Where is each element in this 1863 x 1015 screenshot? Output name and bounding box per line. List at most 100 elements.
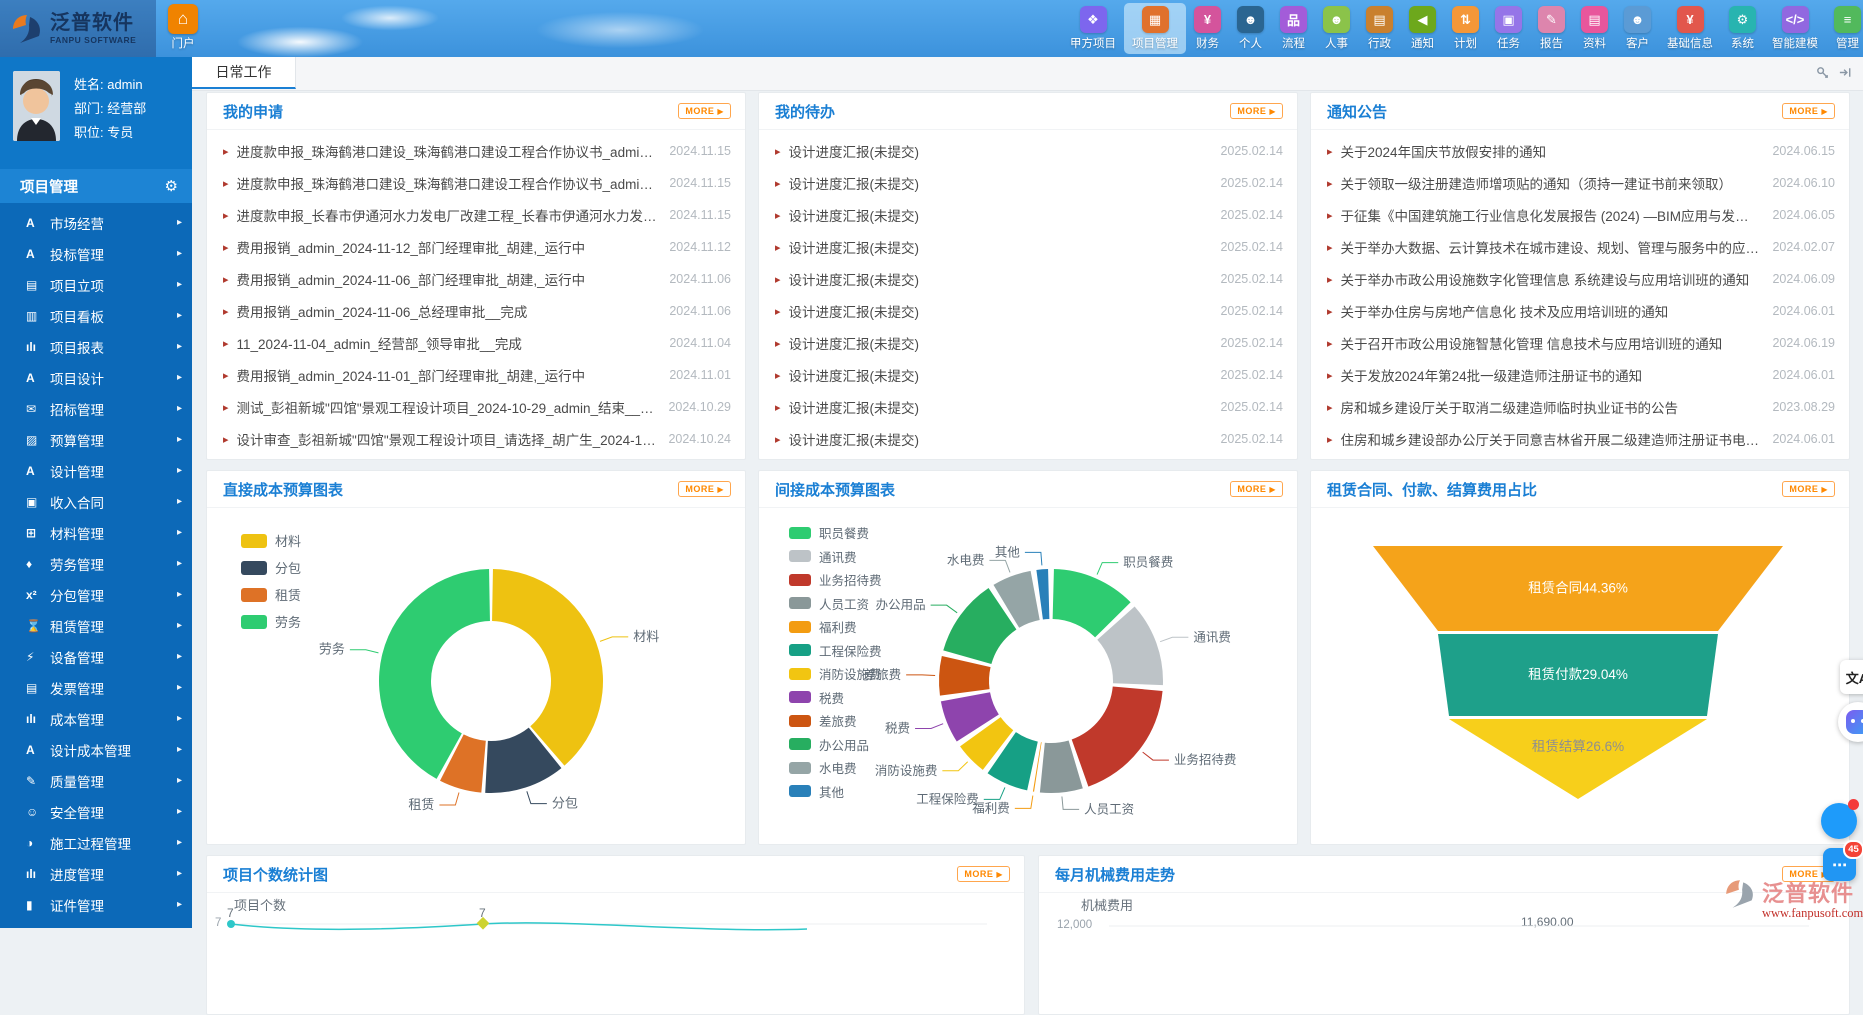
topnav-item[interactable]: ▣任务 — [1487, 3, 1530, 54]
sidebar-item[interactable]: ◑施工过程管理▸ — [0, 827, 192, 858]
legend-item[interactable]: 通讯费 — [789, 545, 882, 569]
sidebar-item[interactable]: ☺安全管理▸ — [0, 796, 192, 827]
topnav-item[interactable]: ❖甲方项目 — [1062, 3, 1124, 54]
legend-item[interactable]: 工程保险费 — [789, 639, 882, 663]
topnav-item[interactable]: ▤资料 — [1573, 3, 1616, 54]
list-item[interactable]: ▸设计进度汇报(未提交)2025.02.14 — [759, 359, 1297, 391]
sidebar-item[interactable]: ılı项目报表▸ — [0, 331, 192, 362]
floating-blue-button[interactable] — [1821, 803, 1857, 839]
sidebar-item[interactable]: ♦劳务管理▸ — [0, 548, 192, 579]
list-item[interactable]: ▸设计进度汇报(未提交)2025.02.14 — [759, 263, 1297, 295]
legend-item[interactable]: 水电费 — [789, 756, 882, 780]
list-item[interactable]: ▸关于举办住房与房地产信息化 技术及应用培训班的通知2024.06.01 — [1311, 295, 1849, 327]
list-item[interactable]: ▸于征集《中国建筑施工行业信息化发展报告 (2024) —BIM应用与发展》材料… — [1311, 199, 1849, 231]
list-item[interactable]: ▸设计进度汇报(未提交)2025.02.14 — [759, 391, 1297, 423]
list-item[interactable]: ▸11_2024-11-04_admin_经营部_领导审批__完成2024.11… — [207, 327, 745, 359]
list-item[interactable]: ▸费用报销_admin_2024-11-01_部门经理审批_胡建,_运行中202… — [207, 359, 745, 391]
sidebar-item[interactable]: ✉招标管理▸ — [0, 393, 192, 424]
list-item[interactable]: ▸设计进度汇报(未提交)2025.02.14 — [759, 327, 1297, 359]
sidebar-item[interactable]: ▨预算管理▸ — [0, 424, 192, 455]
topnav-item[interactable]: ≡管理 — [1826, 3, 1863, 54]
topnav-item[interactable]: </>智能建模 — [1764, 3, 1826, 54]
more-button[interactable]: MORE▶ — [678, 103, 731, 119]
legend-item[interactable]: 劳务 — [241, 608, 301, 635]
sidebar-item[interactable]: x²分包管理▸ — [0, 579, 192, 610]
sidebar-item[interactable]: ılı进度管理▸ — [0, 858, 192, 889]
list-item[interactable]: ▸进度款申报_长春市伊通河水力发电厂改建工程_长春市伊通河水力发电...2024… — [207, 199, 745, 231]
list-item[interactable]: ▸关于举办大数据、云计算技术在城市建设、规划、管理与服务中的应用培训班...20… — [1311, 231, 1849, 263]
legend-item[interactable]: 办公用品 — [789, 733, 882, 757]
topnav-item[interactable]: ☻人事 — [1315, 3, 1358, 54]
gear-icon[interactable]: ⚙ — [165, 177, 178, 195]
list-item[interactable]: ▸费用报销_admin_2024-11-06_总经理审批__完成2024.11.… — [207, 295, 745, 327]
legend-item[interactable]: 业务招待费 — [789, 568, 882, 592]
sidebar-item[interactable]: ⌛租赁管理▸ — [0, 610, 192, 641]
sidebar-item[interactable]: ✎质量管理▸ — [0, 765, 192, 796]
topnav-item[interactable]: ⇅计划 — [1444, 3, 1487, 54]
list-item[interactable]: ▸关于发放2024年第24批一级建造师注册证书的通知2024.06.01 — [1311, 359, 1849, 391]
sidebar-item[interactable]: ⚡设备管理▸ — [0, 641, 192, 672]
more-button[interactable]: MORE▶ — [1230, 481, 1283, 497]
sidebar-item[interactable]: ▤项目立项▸ — [0, 269, 192, 300]
list-item[interactable]: ▸进度款申报_珠海鹤港口建设_珠海鹤港口建设工程合作协议书_admin_...2… — [207, 135, 745, 167]
sidebar-item[interactable]: ▥项目看板▸ — [0, 300, 192, 331]
sidebar-item[interactable]: ▮证件管理▸ — [0, 889, 192, 920]
topnav-item[interactable]: ◀通知 — [1401, 3, 1444, 54]
list-item[interactable]: ▸关于2024年国庆节放假安排的通知2024.06.15 — [1311, 135, 1849, 167]
list-item[interactable]: ▸设计进度汇报(未提交)2025.02.14 — [759, 167, 1297, 199]
list-item[interactable]: ▸设计进度汇报(未提交)2025.02.14 — [759, 295, 1297, 327]
legend-item[interactable]: 职员餐费 — [789, 521, 882, 545]
list-item[interactable]: ▸费用报销_admin_2024-11-12_部门经理审批_胡建,_运行中202… — [207, 231, 745, 263]
list-item[interactable]: ▸设计进度汇报(未提交)2025.02.14 — [759, 423, 1297, 455]
sidebar-item[interactable]: A市场经营▸ — [0, 207, 192, 238]
legend-item[interactable]: 人员工资 — [789, 592, 882, 616]
legend-item[interactable]: 租赁 — [241, 581, 301, 608]
sidebar-item[interactable]: ⊞材料管理▸ — [0, 517, 192, 548]
list-item[interactable]: ▸房和城乡建设厅关于取消二级建造师临时执业证书的公告2023.08.29 — [1311, 391, 1849, 423]
legend-item[interactable]: 税费 — [789, 686, 882, 710]
list-item[interactable]: ▸关于举办市政公用设施数字化管理信息 系统建设与应用培训班的通知2024.06.… — [1311, 263, 1849, 295]
topnav-item[interactable]: ¥基础信息 — [1659, 3, 1721, 54]
list-item[interactable]: ▸设计进度汇报(未提交)2025.02.14 — [759, 231, 1297, 263]
legend-item[interactable]: 消防设施费 — [789, 662, 882, 686]
more-button[interactable]: MORE▶ — [1782, 103, 1835, 119]
sidebar-item[interactable]: ılı成本管理▸ — [0, 703, 192, 734]
list-item[interactable]: ▸住房和城乡建设部办公厅关于同意吉林省开展二级建造师注册证书电子化试点...20… — [1311, 423, 1849, 455]
more-button[interactable]: MORE▶ — [1230, 103, 1283, 119]
sidebar-item[interactable]: ▣收入合同▸ — [0, 486, 192, 517]
legend-item[interactable]: 差旅费 — [789, 709, 882, 733]
topnav-item[interactable]: ▤行政 — [1358, 3, 1401, 54]
sidebar-item[interactable]: ▤发票管理▸ — [0, 672, 192, 703]
sidebar-item[interactable]: A设计成本管理▸ — [0, 734, 192, 765]
key-icon[interactable] — [1815, 65, 1830, 85]
list-item[interactable]: ▸设计进度汇报(未提交)2025.02.14 — [759, 135, 1297, 167]
topnav-item-portal[interactable]: ⌂ 门户 — [168, 4, 198, 51]
list-item[interactable]: ▸设计进度汇报(未提交)2025.02.14 — [759, 199, 1297, 231]
list-item[interactable]: ▸关于召开市政公用设施智慧化管理 信息技术与应用培训班的通知2024.06.19 — [1311, 327, 1849, 359]
translate-button[interactable]: 文A — [1840, 660, 1863, 694]
list-item[interactable]: ▸设计审查_彭祖新城"四馆"景观工程设计项目_请选择_胡广生_2024-10-2… — [207, 423, 745, 455]
list-item[interactable]: ▸费用报销_admin_2024-11-06_部门经理审批_胡建,_运行中202… — [207, 263, 745, 295]
sidebar-item[interactable]: A投标管理▸ — [0, 238, 192, 269]
topnav-item[interactable]: ☻客户 — [1616, 3, 1659, 54]
list-item[interactable]: ▸关于领取一级注册建造师增项贴的通知（须持一建证书前来领取）2024.06.10 — [1311, 167, 1849, 199]
avatar[interactable] — [13, 71, 60, 141]
legend-item[interactable]: 材料 — [241, 527, 301, 554]
topnav-item[interactable]: ▦项目管理 — [1124, 3, 1186, 54]
collapse-panel-icon[interactable] — [1838, 65, 1853, 85]
topnav-item[interactable]: ⚙系统 — [1721, 3, 1764, 54]
topnav-item[interactable]: ☻个人 — [1229, 3, 1272, 54]
legend-item[interactable]: 其他 — [789, 780, 882, 804]
topnav-item[interactable]: 品流程 — [1272, 3, 1315, 54]
sidebar-item[interactable]: A设计管理▸ — [0, 455, 192, 486]
topnav-item[interactable]: ¥财务 — [1186, 3, 1229, 54]
list-item[interactable]: ▸进度款申报_珠海鹤港口建设_珠海鹤港口建设工程合作协议书_admin_...2… — [207, 167, 745, 199]
topnav-item[interactable]: ✎报告 — [1530, 3, 1573, 54]
sidebar-item[interactable]: A项目设计▸ — [0, 362, 192, 393]
more-button[interactable]: MORE▶ — [1782, 481, 1835, 497]
tab-daily-work[interactable]: 日常工作 — [192, 57, 296, 89]
more-button[interactable]: MORE▶ — [678, 481, 731, 497]
list-item[interactable]: ▸测试_彭祖新城"四馆"景观工程设计项目_2024-10-29_admin_结束… — [207, 391, 745, 423]
more-button[interactable]: MORE▶ — [957, 866, 1010, 882]
legend-item[interactable]: 福利费 — [789, 615, 882, 639]
